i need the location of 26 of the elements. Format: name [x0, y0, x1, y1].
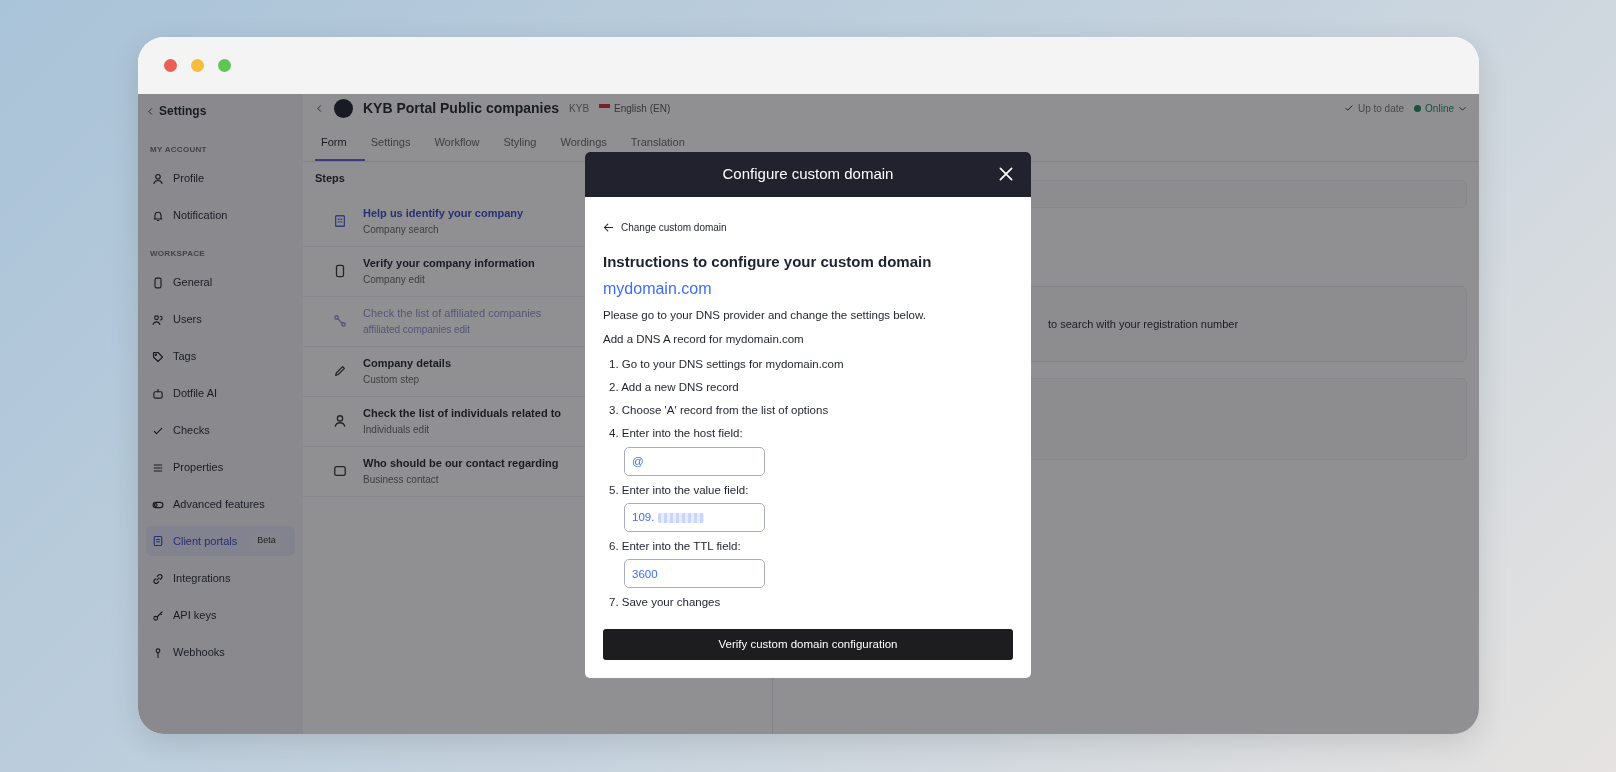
step-title: Who should be our contact regarding — [363, 456, 559, 472]
sync-status: Up to date — [1357, 101, 1405, 116]
step-subtitle: Company search — [363, 222, 440, 237]
step-title: Company details — [363, 356, 452, 372]
step-subtitle: Individuals edit — [363, 422, 431, 437]
step-subtitle: affiliated companies edit — [363, 322, 472, 337]
step-title: Check the list of individuals related to — [363, 406, 562, 422]
portal-title: KYB Portal Public companies — [363, 98, 560, 118]
section-heading: MY ACCOUNT — [150, 144, 208, 156]
instruction-step: 7. Save your changes — [609, 596, 721, 608]
hint-text: to search with your registration number — [1048, 316, 1239, 332]
dialog-title: Configure custom domain — [722, 164, 894, 185]
step-title: Verify your company information — [363, 256, 535, 272]
instruction-step: 5. Enter into the value field: — [609, 483, 749, 496]
step-title: Check the list of affiliated companies — [363, 306, 542, 322]
section-heading: WORKSPACE — [150, 248, 206, 260]
step-subtitle: Business contact — [363, 472, 440, 487]
instruction-step: 2. Add a new DNS record — [609, 380, 739, 393]
domain-name: mydomain.com — [603, 279, 713, 299]
instruction-step: 4. Enter into the host field: — [609, 427, 743, 440]
step-subtitle: Custom step — [363, 372, 421, 387]
instruction-step: 6. Enter into the TTL field: — [609, 539, 741, 552]
section-heading: Steps — [315, 171, 345, 186]
step-subtitle: Company edit — [363, 272, 426, 287]
step-title: Help us identify your company — [363, 206, 524, 222]
type-tag: KYB — [569, 100, 590, 116]
